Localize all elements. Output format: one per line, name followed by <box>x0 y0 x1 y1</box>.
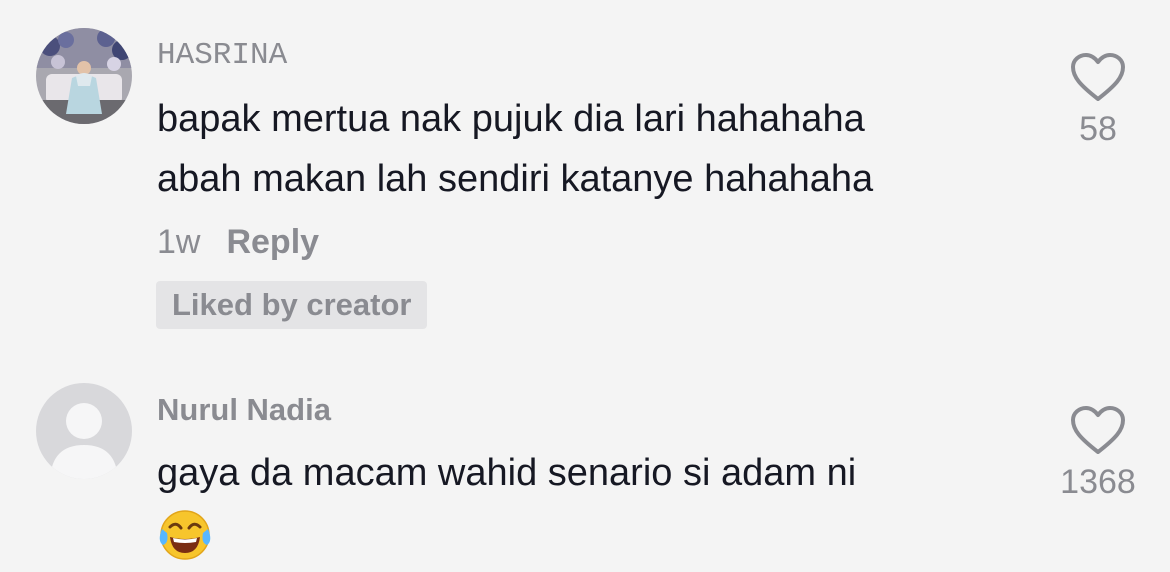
avatar-photo <box>36 28 132 124</box>
comment-text-line: gaya da macam wahid senario si adam ni <box>157 452 857 494</box>
heart-outline-icon[interactable] <box>1070 405 1126 457</box>
face-with-tears-of-joy-icon <box>159 510 211 560</box>
liked-by-creator-badge: Liked by creator <box>156 281 428 329</box>
like-control[interactable]: 58 <box>1043 52 1153 149</box>
like-count: 58 <box>1079 110 1117 148</box>
avatar[interactable] <box>36 28 132 124</box>
comment-username[interactable]: HASRINA <box>157 38 287 73</box>
reply-button[interactable]: Reply <box>226 223 319 261</box>
comment-text: bapak mertua nak pujuk dia lari hahahaha… <box>157 89 873 209</box>
like-count: 1368 <box>1060 463 1136 501</box>
comment-text-line: bapak mertua nak pujuk dia lari hahahaha <box>157 98 865 140</box>
comment-username[interactable]: Nurul Nadia <box>157 392 331 428</box>
comment-meta: 1w Reply <box>157 223 319 262</box>
comment-text-line: abah makan lah sendiri katanye hahahaha <box>157 158 874 200</box>
like-control[interactable]: 1368 <box>1043 405 1153 502</box>
emoji-line <box>157 503 856 563</box>
default-avatar-icon <box>36 383 132 479</box>
heart-outline-icon[interactable] <box>1070 52 1126 104</box>
avatar[interactable] <box>36 383 132 479</box>
comment-item: Nurul Nadia gaya da macam wahid senario … <box>0 383 1170 572</box>
comment-text: gaya da macam wahid senario si adam ni <box>157 443 856 563</box>
comment-timestamp: 1w <box>157 223 201 261</box>
comment-item: HASRINA bapak mertua nak pujuk dia lari … <box>0 28 1170 348</box>
